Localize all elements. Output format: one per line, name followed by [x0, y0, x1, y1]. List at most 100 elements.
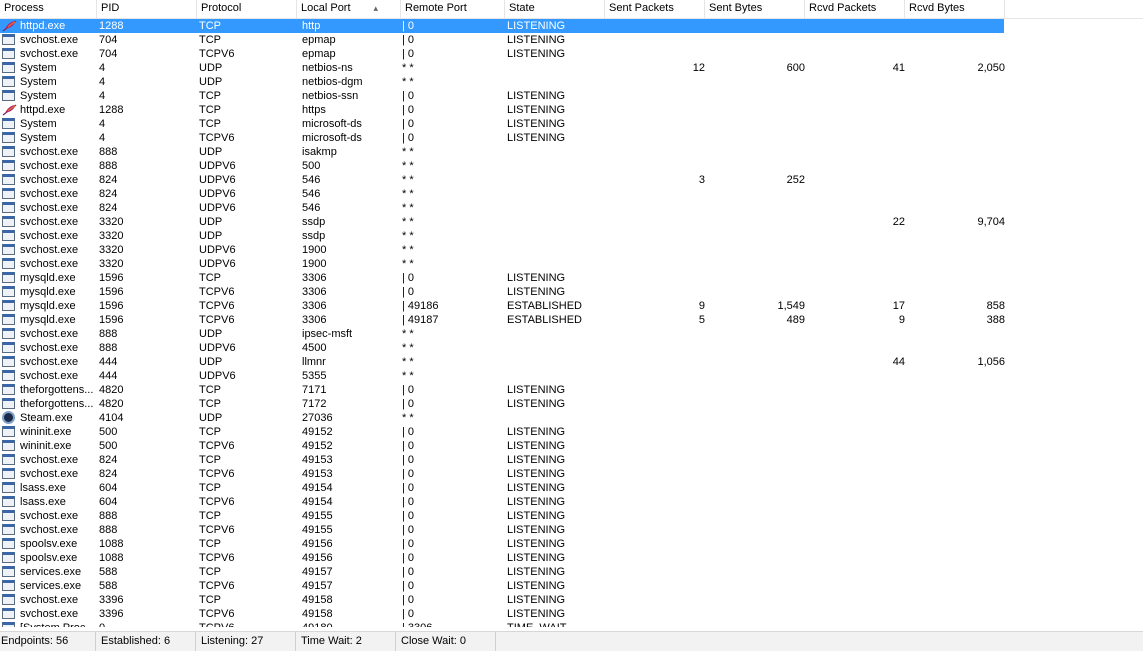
table-row[interactable]: lsass.exe 604 TCPV6 49154 | 0 LISTENING: [0, 495, 1143, 509]
remote-port-cell: * *: [402, 202, 414, 214]
rcvd-bytes-cell: [905, 89, 1005, 103]
state-cell: LISTENING: [507, 468, 566, 480]
window-icon: [2, 216, 15, 227]
table-row[interactable]: System 4 TCP microsoft-ds | 0 LISTENING: [0, 117, 1143, 131]
remote-port-cell: * *: [402, 356, 414, 368]
table-row[interactable]: System 4 TCPV6 microsoft-ds | 0 LISTENING: [0, 131, 1143, 145]
remote-port-cell: | 0: [402, 426, 415, 438]
column-header-remote-port[interactable]: Remote Port: [401, 0, 505, 18]
sent-packets-cell: 3: [698, 174, 705, 186]
process-name: [System Proc...: [20, 621, 96, 627]
sent-bytes-cell: [705, 131, 805, 145]
rcvd-bytes-cell: [905, 271, 1005, 285]
sent-packets-cell: [605, 75, 705, 89]
table-row[interactable]: mysqld.exe 1596 TCPV6 3306 | 49186 ESTABLISHE…: [0, 299, 1143, 313]
table-row[interactable]: httpd.exe 1288 TCP https | 0 LISTENING: [0, 103, 1143, 117]
process-name: theforgottens...: [20, 398, 94, 410]
column-header-state[interactable]: State: [505, 0, 605, 18]
sent-bytes-cell: [705, 201, 805, 215]
table-row[interactable]: svchost.exe 824 UDPV6 546 * *: [0, 201, 1143, 215]
table-row[interactable]: svchost.exe 3396 TCP 49158 | 0 LISTENING: [0, 593, 1143, 607]
local-port-cell: 546: [302, 174, 321, 186]
table-row[interactable]: theforgottens... 4820 TCP 7172 | 0 LISTENING: [0, 397, 1143, 411]
table-row[interactable]: services.exe 588 TCP 49157 | 0 LISTENING: [0, 565, 1143, 579]
sent-bytes-cell: [705, 117, 805, 131]
table-row[interactable]: mysqld.exe 1596 TCP 3306 | 0 LISTENING: [0, 271, 1143, 285]
sent-bytes-cell: [705, 411, 805, 425]
remote-port-cell: | 3306: [402, 621, 502, 627]
pid-cell: 3396: [99, 594, 124, 606]
remote-port-cell: | 0: [402, 594, 415, 606]
pid-cell: 1088: [99, 538, 124, 550]
table-row[interactable]: System 4 TCP netbios-ssn | 0 LISTENING: [0, 89, 1143, 103]
process-name: theforgottens...: [20, 384, 94, 396]
sent-bytes-cell: [705, 565, 805, 579]
remote-port-cell: * *: [402, 174, 414, 186]
table-row[interactable]: svchost.exe 888 UDPV6 500 * *: [0, 159, 1143, 173]
table-row[interactable]: mysqld.exe 1596 TCPV6 3306 | 0 LISTENING: [0, 285, 1143, 299]
table-row[interactable]: svchost.exe 888 TCP 49155 | 0 LISTENING: [0, 509, 1143, 523]
rcvd-bytes-cell: [905, 467, 1005, 481]
table-row[interactable]: svchost.exe 704 TCP epmap | 0 LISTENING: [0, 33, 1143, 47]
table-row[interactable]: svchost.exe 3320 UDP ssdp * *: [0, 229, 1143, 243]
window-icon: [2, 496, 15, 507]
table-row[interactable]: svchost.exe 888 UDP isakmp * *: [0, 145, 1143, 159]
table-row[interactable]: wininit.exe 500 TCP 49152 | 0 LISTENING: [0, 425, 1143, 439]
sent-bytes-cell: 252: [786, 174, 805, 186]
remote-port-cell: | 0: [402, 524, 415, 536]
table-row[interactable]: Steam.exe 4104 UDP 27036 * *: [0, 411, 1143, 425]
table-row[interactable]: svchost.exe 444 UDP llmnr * * 44 1,056: [0, 355, 1143, 369]
column-header-protocol[interactable]: Protocol: [197, 0, 297, 18]
rcvd-bytes-cell: [905, 439, 1005, 453]
table-row[interactable]: lsass.exe 604 TCP 49154 | 0 LISTENING: [0, 481, 1143, 495]
table-row[interactable]: svchost.exe 444 UDPV6 5355 * *: [0, 369, 1143, 383]
column-header-process[interactable]: Process: [0, 0, 97, 18]
protocol-cell: TCPV6: [199, 621, 294, 627]
rcvd-bytes-cell: [905, 75, 1005, 89]
table-row[interactable]: System 4 UDP netbios-ns * * 12 600 41 2,050: [0, 61, 1143, 75]
table-row[interactable]: httpd.exe 1288 TCP http | 0 LISTENING: [0, 19, 1143, 33]
pid-cell: 0: [99, 621, 189, 627]
column-header-pid[interactable]: PID: [97, 0, 197, 18]
column-header-rcvd-bytes[interactable]: Rcvd Bytes: [905, 0, 1005, 18]
protocol-cell: UDP: [199, 146, 223, 158]
table-row[interactable]: svchost.exe 3320 UDP ssdp * * 22 9,704: [0, 215, 1143, 229]
table-row[interactable]: spoolsv.exe 1088 TCPV6 49156 | 0 LISTENING: [0, 551, 1143, 565]
remote-port-cell: * *: [402, 244, 414, 256]
table-row[interactable]: svchost.exe 888 TCPV6 49155 | 0 LISTENING: [0, 523, 1143, 537]
table-row[interactable]: services.exe 588 TCPV6 49157 | 0 LISTENING: [0, 579, 1143, 593]
sent-packets-cell: [605, 523, 705, 537]
pid-cell: 824: [99, 174, 118, 186]
table-row[interactable]: svchost.exe 824 TCPV6 49153 | 0 LISTENING: [0, 467, 1143, 481]
sent-bytes-cell: [705, 75, 805, 89]
rcvd-packets-cell: [805, 495, 905, 509]
table-row[interactable]: svchost.exe 824 UDPV6 546 * * 3 252: [0, 173, 1143, 187]
column-header-sent-bytes[interactable]: Sent Bytes: [705, 0, 805, 18]
remote-port-cell: * *: [402, 328, 414, 340]
sent-bytes-cell: [705, 439, 805, 453]
table-row[interactable]: svchost.exe 824 TCP 49153 | 0 LISTENING: [0, 453, 1143, 467]
table-row[interactable]: svchost.exe 704 TCPV6 epmap | 0 LISTENING: [0, 47, 1143, 61]
column-header-local-port[interactable]: Local Port ▴: [297, 0, 401, 18]
table-row[interactable]: [System Proc...0 TCPV6 49180 | 3306 TIME_WAI…: [0, 621, 1143, 627]
table-row[interactable]: mysqld.exe 1596 TCPV6 3306 | 49187 ESTABLISHE…: [0, 313, 1143, 327]
table-row[interactable]: theforgottens... 4820 TCP 7171 | 0 LISTENING: [0, 383, 1143, 397]
state-cell: [507, 61, 607, 75]
sent-bytes-cell: [705, 257, 805, 271]
table-row[interactable]: spoolsv.exe 1088 TCP 49156 | 0 LISTENING: [0, 537, 1143, 551]
table-row[interactable]: System 4 UDP netbios-dgm * *: [0, 75, 1143, 89]
column-header-sent-packets[interactable]: Sent Packets: [605, 0, 705, 18]
rcvd-packets-cell: [805, 271, 905, 285]
sent-packets-cell: [605, 495, 705, 509]
table-row[interactable]: svchost.exe 3396 TCPV6 49158 | 0 LISTENING: [0, 607, 1143, 621]
table-row[interactable]: svchost.exe 888 UDPV6 4500 * *: [0, 341, 1143, 355]
local-port-cell: 7172: [302, 398, 327, 410]
table-row[interactable]: svchost.exe 3320 UDPV6 1900 * *: [0, 257, 1143, 271]
column-header-rcvd-packets[interactable]: Rcvd Packets: [805, 0, 905, 18]
connections-list[interactable]: httpd.exe 1288 TCP http | 0 LISTENING svchost.…: [0, 19, 1143, 627]
table-row[interactable]: wininit.exe 500 TCPV6 49152 | 0 LISTENING: [0, 439, 1143, 453]
table-row[interactable]: svchost.exe 888 UDP ipsec-msft * *: [0, 327, 1143, 341]
process-icon-cell: [1, 243, 18, 257]
table-row[interactable]: svchost.exe 3320 UDPV6 1900 * *: [0, 243, 1143, 257]
table-row[interactable]: svchost.exe 824 UDPV6 546 * *: [0, 187, 1143, 201]
